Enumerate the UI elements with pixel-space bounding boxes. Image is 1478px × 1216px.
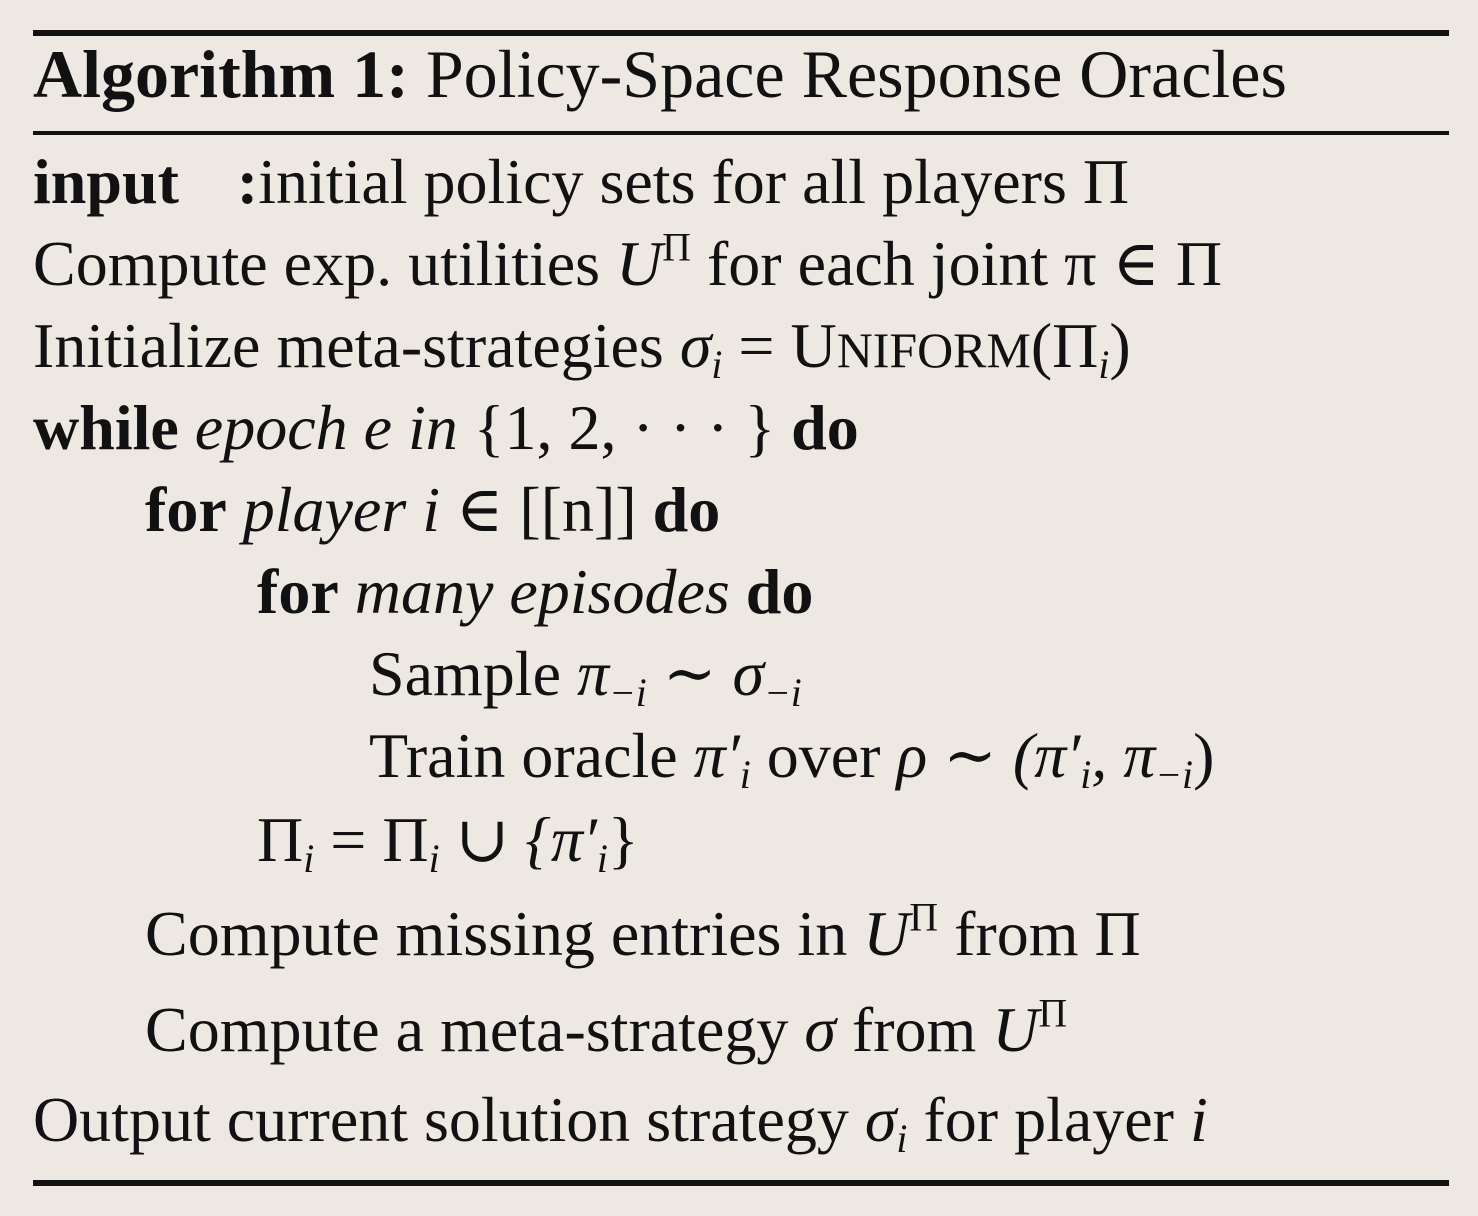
while-do: do	[775, 392, 859, 463]
sample-line: Sample π−i ∼ σ−i	[369, 642, 802, 713]
utility-superscript: Π	[662, 225, 691, 270]
train-rest: , π	[1091, 720, 1156, 791]
sample-sigma: σ	[732, 638, 765, 709]
output-text: Output current solution strategy	[33, 1084, 865, 1155]
input-keyword: input	[33, 146, 179, 217]
output-line: Output current solution strategy σi for …	[33, 1088, 1208, 1159]
update-subscript-3: i	[596, 837, 608, 882]
while-epoch: epoch	[178, 392, 364, 463]
initialize-text: Initialize meta-strategies	[33, 310, 680, 381]
compute-utilities-tail: for each joint π ∈ Π	[690, 228, 1223, 299]
meta-U-superscript: Π	[1038, 991, 1068, 1036]
train-pi-subscript: i	[739, 753, 751, 798]
train-over: over	[750, 720, 897, 791]
input-text: initial policy sets for all players Π	[258, 146, 1130, 217]
compute-utilities-line: Compute exp. utilities UΠ for each joint…	[33, 228, 1222, 296]
algorithm-title: Algorithm 1: Policy-Space Response Oracl…	[33, 40, 1287, 108]
sample-pi: π	[576, 638, 610, 709]
title-rule	[33, 131, 1449, 135]
input-colon: :	[236, 146, 259, 217]
update-eq: = Π	[314, 804, 429, 875]
meta-strategy-text: Compute a meta-strategy	[145, 994, 805, 1065]
train-text: Train oracle	[369, 720, 694, 791]
for-player-keyword: for	[145, 474, 227, 545]
output-i: i	[1189, 1084, 1208, 1155]
sample-sim: ∼	[646, 638, 733, 709]
algorithm-label: Algorithm 1:	[33, 36, 409, 112]
train-rest-subscript: −i	[1155, 753, 1194, 798]
uniform-first: U	[790, 310, 837, 381]
uniform-arg-close: )	[1109, 310, 1131, 381]
train-line: Train oracle π′i over ρ ∼ (π′i, π−i)	[369, 724, 1214, 795]
uniform-rest: NIFORM	[836, 323, 1031, 378]
update-pi: Π	[257, 804, 304, 875]
train-rho: ρ ∼ (π′	[896, 720, 1081, 791]
output-tail: for player	[907, 1084, 1190, 1155]
train-pi: π′	[693, 720, 740, 791]
missing-U-superscript: Π	[909, 895, 939, 940]
for-player-line: for player i ∈ [[n]] do	[145, 478, 720, 542]
equals-sign: =	[722, 310, 791, 381]
utility-symbol: U	[616, 228, 663, 299]
while-set: {1, 2, · · · }	[473, 392, 776, 463]
output-sigma: σ	[864, 1084, 897, 1155]
update-subscript: i	[303, 837, 315, 882]
for-player-text: player	[226, 474, 423, 545]
update-policy-line: Πi = Πi ∪ {π′i}	[257, 808, 639, 879]
for-player-i: i	[422, 474, 440, 545]
while-e: e	[363, 392, 392, 463]
sigma-subscript: i	[711, 343, 723, 388]
train-rho-subscript: i	[1080, 753, 1092, 798]
sigma-symbol: σ	[679, 310, 712, 381]
while-in: in	[392, 392, 474, 463]
update-subscript-2: i	[428, 837, 440, 882]
meta-from: from	[835, 994, 993, 1065]
for-episodes-line: for many episodes do	[257, 560, 813, 624]
for-episodes-do: do	[729, 556, 814, 627]
bottom-rule	[33, 1180, 1449, 1186]
missing-entries-line: Compute missing entries in UΠ from Π	[145, 898, 1141, 966]
for-player-set: ∈ [[n]]	[440, 474, 637, 545]
update-union: ∪ {π′	[439, 804, 597, 875]
uniform-arg-subscript: i	[1098, 343, 1110, 388]
meta-sigma: σ	[804, 994, 836, 1065]
missing-entries-tail: from Π	[938, 898, 1141, 969]
uniform-arg-open: (Π	[1030, 310, 1099, 381]
algorithm-name: Policy-Space Response Oracles	[425, 36, 1287, 112]
initialize-line: Initialize meta-strategies σi = UNIFORM(…	[33, 314, 1131, 385]
compute-utilities-text: Compute exp. utilities	[33, 228, 617, 299]
input-line: input:initial policy sets for all player…	[33, 150, 1129, 214]
while-line: while epoch e in {1, 2, · · · } do	[33, 396, 859, 460]
missing-U: U	[863, 898, 910, 969]
missing-entries-text: Compute missing entries in	[145, 898, 864, 969]
sample-text: Sample	[369, 638, 577, 709]
for-episodes-keyword: for	[257, 556, 339, 627]
sample-pi-subscript: −i	[609, 671, 647, 716]
output-subscript: i	[896, 1117, 908, 1162]
for-player-do: do	[636, 474, 721, 545]
meta-strategy-line: Compute a meta-strategy σ from UΠ	[145, 994, 1067, 1062]
meta-U: U	[992, 994, 1039, 1065]
train-close: )	[1193, 720, 1215, 791]
for-episodes-text: many episodes	[338, 556, 730, 627]
while-keyword: while	[33, 392, 179, 463]
sample-sigma-subscript: −i	[764, 671, 802, 716]
update-close: }	[607, 804, 639, 875]
